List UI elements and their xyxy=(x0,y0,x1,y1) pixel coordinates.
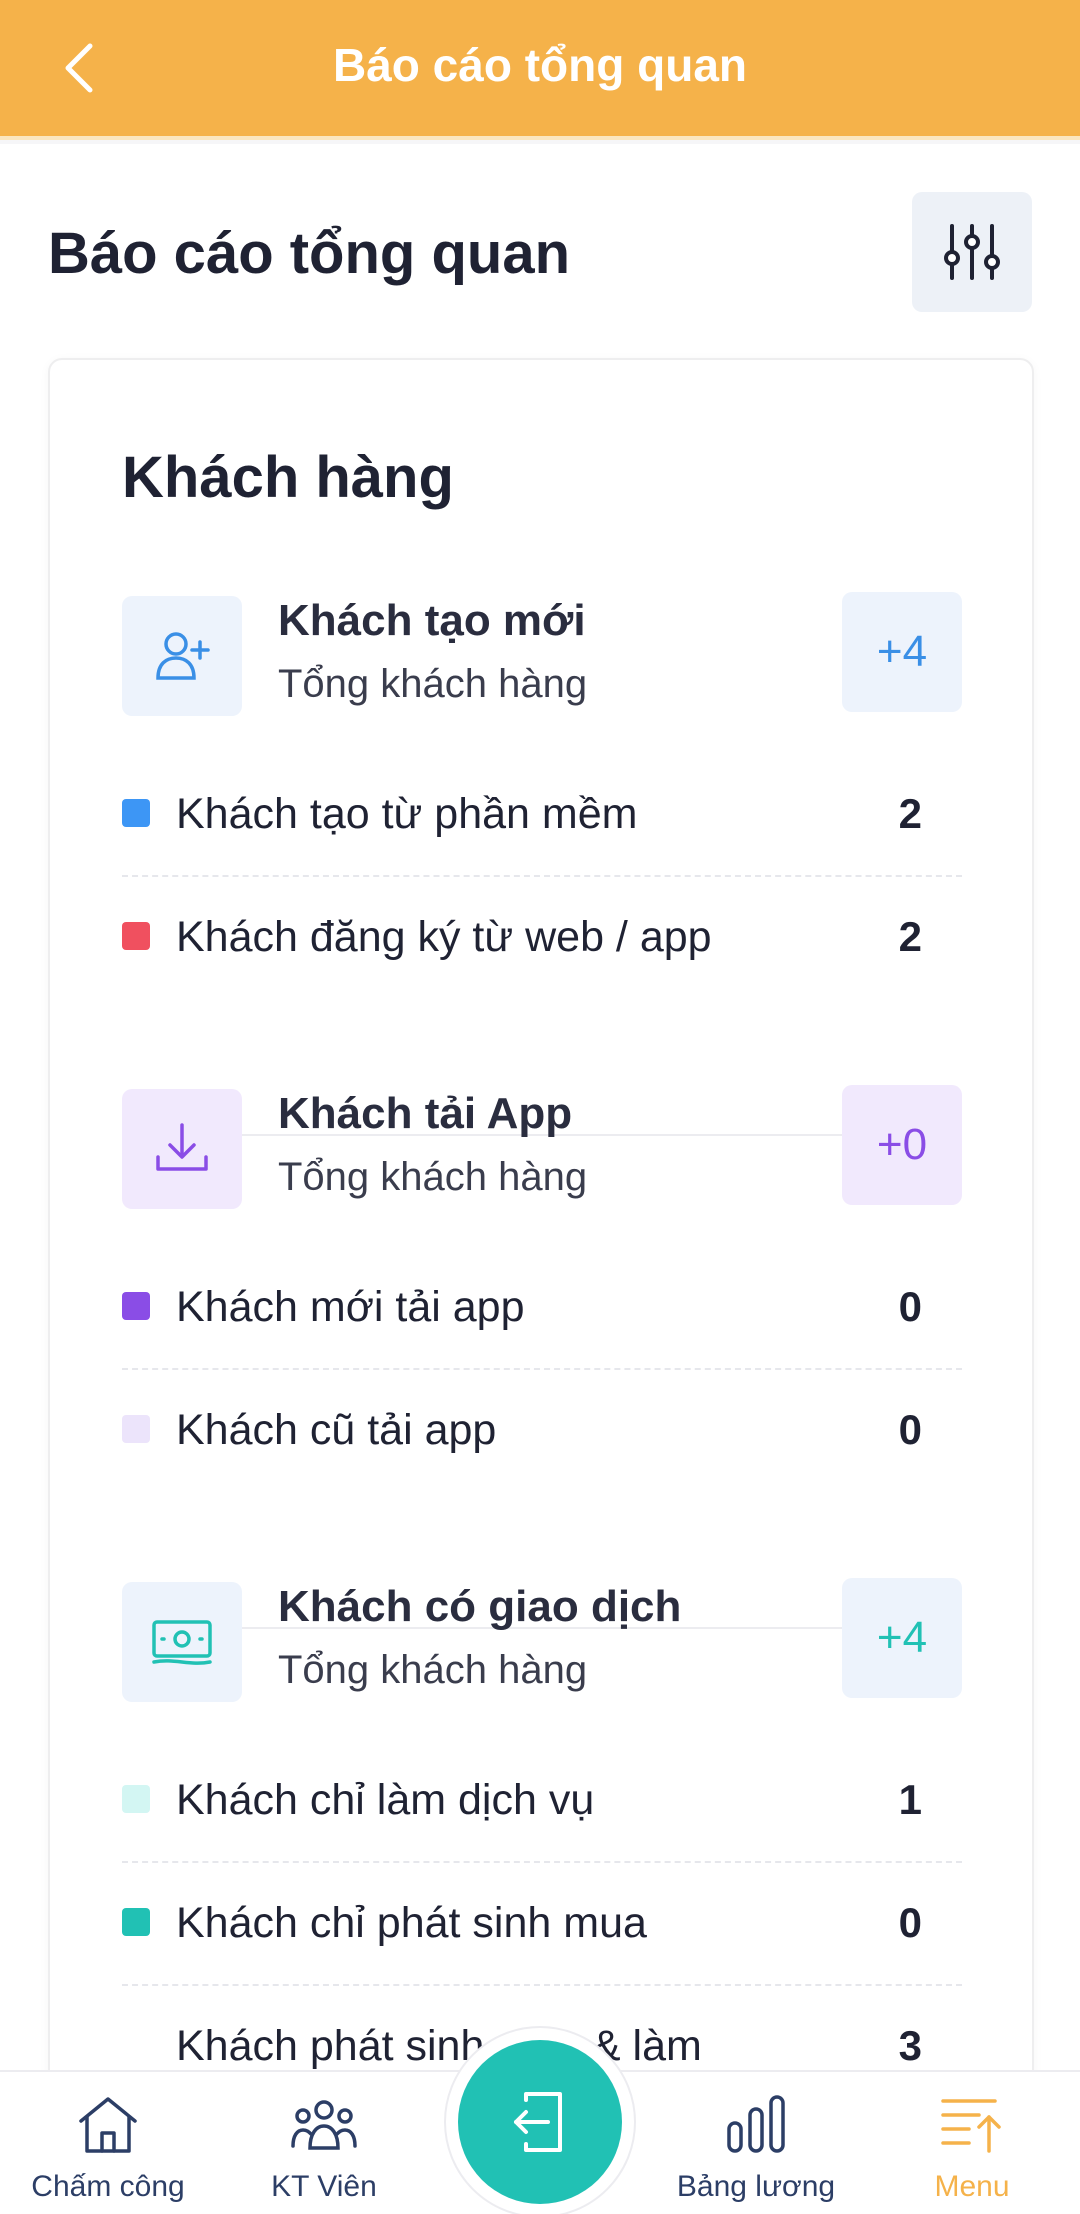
count-badge: +4 xyxy=(842,1578,962,1698)
group-title: Khách có giao dịch xyxy=(278,1582,682,1631)
row-value: 0 xyxy=(898,1406,922,1453)
login-icon xyxy=(514,2092,562,2152)
group-title: Khách tạo mới xyxy=(278,596,586,645)
group-title: Khách tải App xyxy=(278,1089,573,1138)
group-app-downloads: Khách tải App Tổng khách hàng +0 Khách m… xyxy=(122,1085,962,1493)
legend-swatch xyxy=(122,1415,150,1443)
list-item: Khách cũ tải app 0 xyxy=(122,1370,962,1493)
card-title: Khách hàng xyxy=(122,445,454,510)
group-subtitle: Tổng khách hàng xyxy=(278,1155,588,1199)
group-subtitle: Tổng khách hàng xyxy=(278,1648,588,1692)
row-value: 2 xyxy=(898,913,922,960)
row-label: Khách phát sinh mua & làm xyxy=(176,2022,702,2070)
row-label: Khách đăng ký từ web / app xyxy=(176,913,712,961)
row-label: Khách chỉ làm dịch vụ xyxy=(176,1776,595,1824)
row-value: 1 xyxy=(898,1776,922,1823)
tab-kt-vien[interactable]: KT Viên xyxy=(216,2072,432,2214)
list-item: Khách mới tải app 0 xyxy=(122,1247,962,1370)
legend-swatch xyxy=(122,1908,150,1936)
tab-cham-cong[interactable]: Chấm công xyxy=(0,2072,216,2214)
row-label: Khách tạo từ phần mềm xyxy=(176,790,638,838)
home-icon xyxy=(0,2090,216,2158)
sliders-icon xyxy=(944,224,1000,280)
tab-menu[interactable]: Menu xyxy=(864,2072,1080,2214)
page-body: Báo cáo tổng quan Khách hàng Khách tạo m… xyxy=(0,144,1080,2214)
tab-label: Chấm công xyxy=(31,2170,185,2203)
row-value: 0 xyxy=(898,1283,922,1330)
group-header: Khách có giao dịch Tổng khách hàng +4 xyxy=(122,1578,962,1702)
menu-icon xyxy=(864,2090,1080,2158)
page-title: Báo cáo tổng quan xyxy=(48,221,570,286)
list-item: Khách chỉ phát sinh mua 0 xyxy=(122,1863,962,1986)
legend-swatch xyxy=(122,1292,150,1320)
list-item: Khách chỉ làm dịch vụ 1 xyxy=(122,1740,962,1863)
user-plus-icon xyxy=(122,596,242,716)
users-icon xyxy=(216,2090,432,2158)
count-badge: +0 xyxy=(842,1085,962,1205)
list-item: Khách đăng ký từ web / app 2 xyxy=(122,877,962,1000)
legend-swatch xyxy=(122,799,150,827)
row-label: Khách cũ tải app xyxy=(176,1406,497,1454)
tab-label: Bảng lương xyxy=(676,2170,836,2203)
group-header: Khách tạo mới Tổng khách hàng +4 xyxy=(122,592,962,716)
group-header: Khách tải App Tổng khách hàng +0 xyxy=(122,1085,962,1209)
group-subtitle: Tổng khách hàng xyxy=(278,662,588,706)
row-label: Khách mới tải app xyxy=(176,1283,525,1331)
customer-report-card: Khách hàng Khách tạo mới Tổng khách hàng xyxy=(48,358,1034,2214)
row-value: 3 xyxy=(898,2022,922,2069)
tab-label: Menu xyxy=(934,2170,1010,2203)
list-item: Khách tạo từ phần mềm 2 xyxy=(122,754,962,877)
row-value: 2 xyxy=(898,790,922,837)
checkin-fab-button[interactable] xyxy=(458,2040,622,2204)
group-new-customers: Khách tạo mới Tổng khách hàng +4 Khách t… xyxy=(122,592,962,1000)
bar-chart-icon xyxy=(648,2090,864,2158)
row-value: 0 xyxy=(898,1899,922,1946)
app-header: Báo cáo tổng quan xyxy=(0,0,1080,140)
money-icon xyxy=(122,1582,242,1702)
tab-label: KT Viên xyxy=(271,2170,377,2203)
legend-swatch xyxy=(122,1785,150,1813)
download-icon xyxy=(122,1089,242,1209)
row-label: Khách chỉ phát sinh mua xyxy=(176,1899,647,1947)
filter-button[interactable] xyxy=(912,192,1032,312)
legend-swatch xyxy=(122,2031,150,2059)
header-title: Báo cáo tổng quan xyxy=(333,39,747,91)
legend-swatch xyxy=(122,922,150,950)
count-badge: +4 xyxy=(842,592,962,712)
tab-bang-luong[interactable]: Bảng lương xyxy=(648,2072,864,2214)
